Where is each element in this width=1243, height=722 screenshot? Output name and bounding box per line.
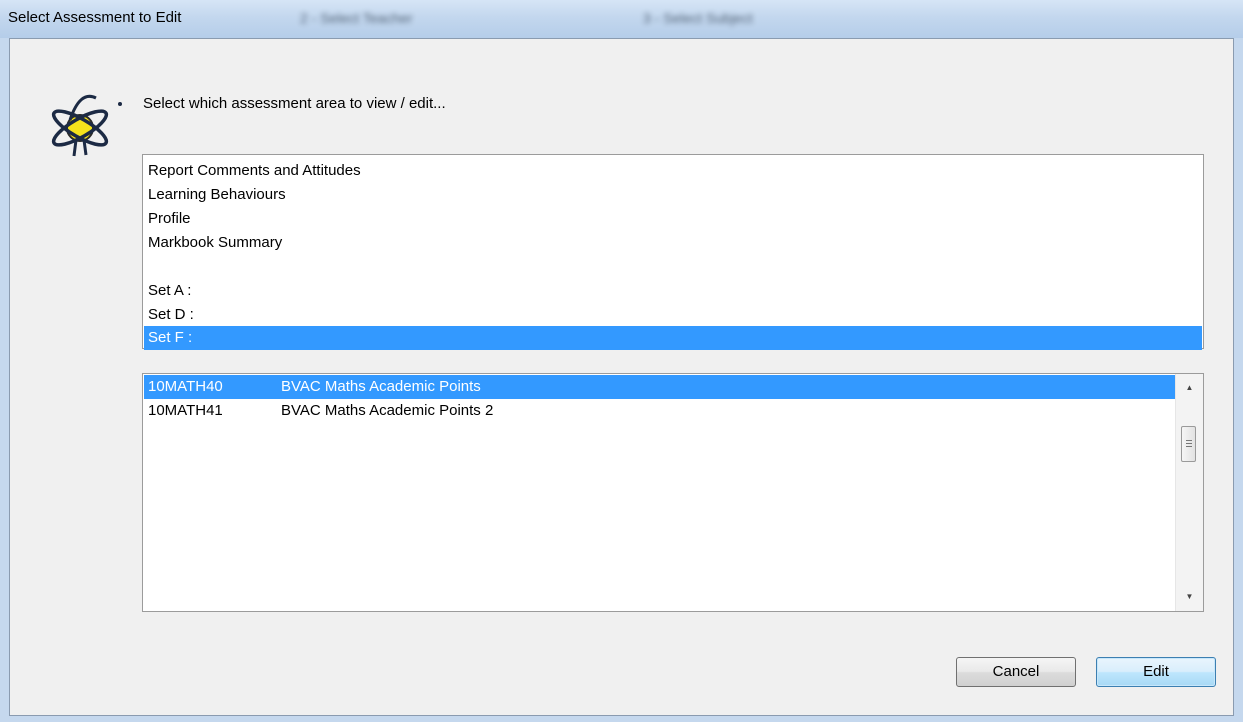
scroll-up-arrow-icon[interactable]: ▲ <box>1176 377 1203 399</box>
area-item-set-d[interactable]: Set D : <box>144 303 1202 327</box>
area-item-set-a[interactable]: Set A : <box>144 279 1202 303</box>
grip-line <box>1186 443 1192 444</box>
area-item-markbook-summary[interactable]: Markbook Summary <box>144 231 1202 255</box>
grip-line <box>1186 446 1192 447</box>
atom-lightbulb-icon <box>51 94 122 157</box>
assessment-row[interactable]: 10MATH40 BVAC Maths Academic Points <box>144 375 1175 399</box>
assessment-code: 10MATH40 <box>148 378 223 395</box>
obscured-tab-teacher: 2 - Select Teacher <box>300 10 413 26</box>
scroll-down-arrow-icon[interactable]: ▼ <box>1176 586 1203 608</box>
cancel-button[interactable]: Cancel <box>956 657 1076 687</box>
area-item-report-comments[interactable]: Report Comments and Attitudes <box>144 159 1202 183</box>
instruction-text: Select which assessment area to view / e… <box>143 95 446 112</box>
scroll-thumb[interactable] <box>1181 426 1196 462</box>
window-frame-left <box>0 38 9 722</box>
vertical-scrollbar[interactable]: ▲ ▼ <box>1175 374 1203 611</box>
area-item-blank[interactable] <box>144 255 1202 279</box>
area-item-profile[interactable]: Profile <box>144 207 1202 231</box>
area-item-set-f[interactable]: Set F : <box>144 326 1202 350</box>
window-frame-bottom <box>0 716 1243 722</box>
assessment-row[interactable]: 10MATH41 BVAC Maths Academic Points 2 <box>144 399 1175 423</box>
window-frame-right <box>1234 38 1243 722</box>
area-item-learning-behaviours[interactable]: Learning Behaviours <box>144 183 1202 207</box>
grip-line <box>1186 440 1192 441</box>
title-bar[interactable]: Select Assessment to Edit 2 - Select Tea… <box>0 0 1243 39</box>
obscured-tab-subject: 3 - Select Subject <box>643 10 753 26</box>
assessment-list[interactable]: 10MATH40 BVAC Maths Academic Points 10MA… <box>142 373 1204 612</box>
assessment-code: 10MATH41 <box>148 402 223 419</box>
window-title: Select Assessment to Edit <box>8 9 182 26</box>
assessment-name: BVAC Maths Academic Points <box>281 378 481 395</box>
assessment-area-list[interactable]: Report Comments and Attitudes Learning B… <box>142 154 1204 350</box>
edit-button[interactable]: Edit <box>1096 657 1216 687</box>
assessment-name: BVAC Maths Academic Points 2 <box>281 402 494 419</box>
